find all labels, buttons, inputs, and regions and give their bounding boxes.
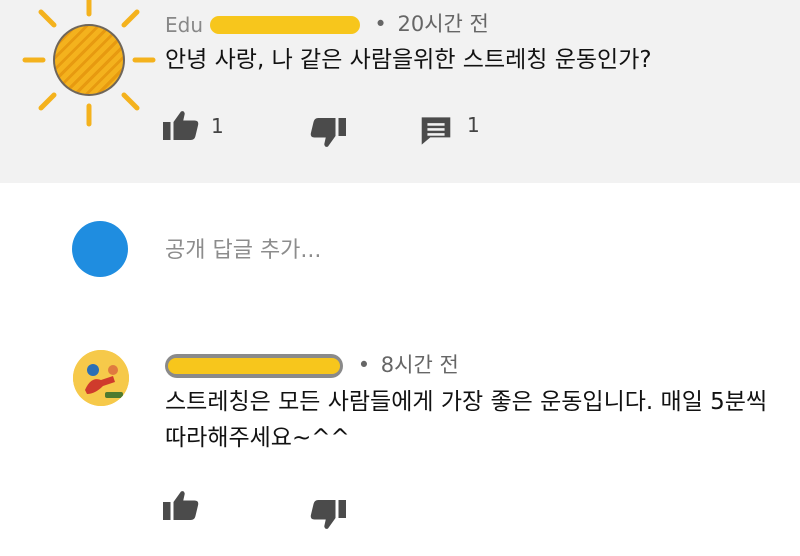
comment-header: • 8시간 전 bbox=[165, 349, 459, 379]
separator-dot: • bbox=[357, 353, 371, 377]
comment-text: 안녕 사랑, 나 같은 사람을위한 스트레칭 운동인가? bbox=[165, 47, 652, 73]
reply-input[interactable]: 공개 답글 추가... bbox=[165, 232, 321, 264]
avatar[interactable] bbox=[22, 0, 156, 127]
author-name-redaction[interactable] bbox=[165, 354, 343, 378]
avatar bbox=[72, 221, 128, 277]
author-name-redaction-fill bbox=[168, 358, 340, 374]
reply-icon[interactable] bbox=[420, 116, 452, 146]
timestamp[interactable]: 8시간 전 bbox=[381, 353, 459, 377]
reply-count: 1 bbox=[467, 113, 480, 137]
like-count: 1 bbox=[211, 114, 224, 138]
avatar-illustration bbox=[73, 350, 129, 406]
timestamp[interactable]: 20시간 전 bbox=[397, 12, 488, 36]
author-name-redaction bbox=[209, 16, 360, 34]
like-icon[interactable] bbox=[163, 490, 199, 520]
avatar[interactable] bbox=[73, 350, 129, 406]
author-name[interactable]: Edu bbox=[165, 13, 203, 37]
comment-header: Edu • 20시간 전 bbox=[165, 8, 489, 38]
comment-card-1: Edu • 20시간 전 안녕 사랑, 나 같은 사람을위한 스트레칭 운동인가… bbox=[0, 0, 800, 183]
sun-rays-doodle bbox=[22, 0, 156, 127]
dislike-icon[interactable] bbox=[310, 118, 346, 148]
dislike-icon[interactable] bbox=[310, 500, 346, 530]
separator-dot: • bbox=[374, 12, 387, 36]
comment-text: 스트레칭은 모든 사람들에게 가장 좋은 운동입니다. 매일 5분씩 따라해주세… bbox=[165, 389, 768, 451]
like-icon[interactable] bbox=[163, 110, 199, 140]
